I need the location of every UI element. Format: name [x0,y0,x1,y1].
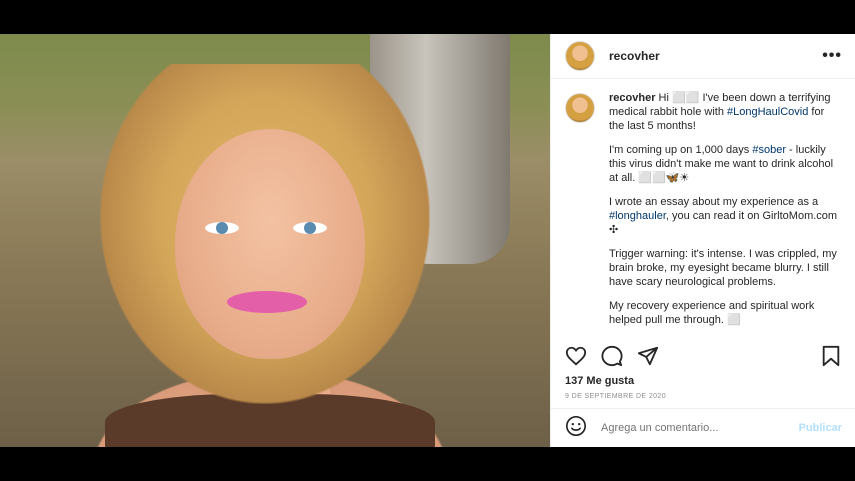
action-bar [565,344,842,368]
avatar[interactable] [565,41,595,71]
hashtag-longhaulcovid[interactable]: #LongHaulCovid [727,106,808,118]
share-icon[interactable] [637,345,659,367]
hashtag-sober[interactable]: #sober [752,144,786,156]
caption-p5: My recovery experience and spiritual wor… [609,300,815,326]
lips [227,291,307,313]
caption-avatar[interactable] [565,93,595,123]
publish-button[interactable]: Publicar [799,422,842,434]
heart-icon[interactable] [565,345,587,367]
comment-bar: Publicar [551,408,855,447]
caption-p4: Trigger warning: it's intense. I was cri… [609,248,837,288]
face [175,129,365,359]
post-side-panel: recovher ••• recovher Hi ⬜⬜ I've been do… [550,34,855,447]
caption-text: recovher Hi ⬜⬜ I've been down a terrifyi… [609,91,842,337]
right-eye [293,222,327,234]
caption: recovher Hi ⬜⬜ I've been down a terrifyi… [551,79,855,337]
likes-count[interactable]: 137 Me gusta [565,375,634,387]
caption-username[interactable]: recovher [609,92,655,104]
instagram-post: recovher ••• recovher Hi ⬜⬜ I've been do… [0,34,855,447]
post-photo[interactable] [0,34,550,447]
hashtag-longhauler[interactable]: #longhauler [609,210,666,222]
comment-icon[interactable] [601,345,623,367]
bookmark-icon[interactable] [820,345,842,367]
post-date: 9 DE SEPTIEMBRE DE 2020 [565,393,667,400]
post-header: recovher ••• [551,34,855,79]
comment-input[interactable] [601,422,799,434]
header-username[interactable]: recovher [609,49,660,63]
left-eye [205,222,239,234]
more-options-icon[interactable]: ••• [822,47,842,65]
caption-p3: I wrote an essay about my experience as … [609,196,819,208]
emoji-icon[interactable] [565,415,587,442]
caption-p2: I'm coming up on 1,000 days [609,144,753,156]
